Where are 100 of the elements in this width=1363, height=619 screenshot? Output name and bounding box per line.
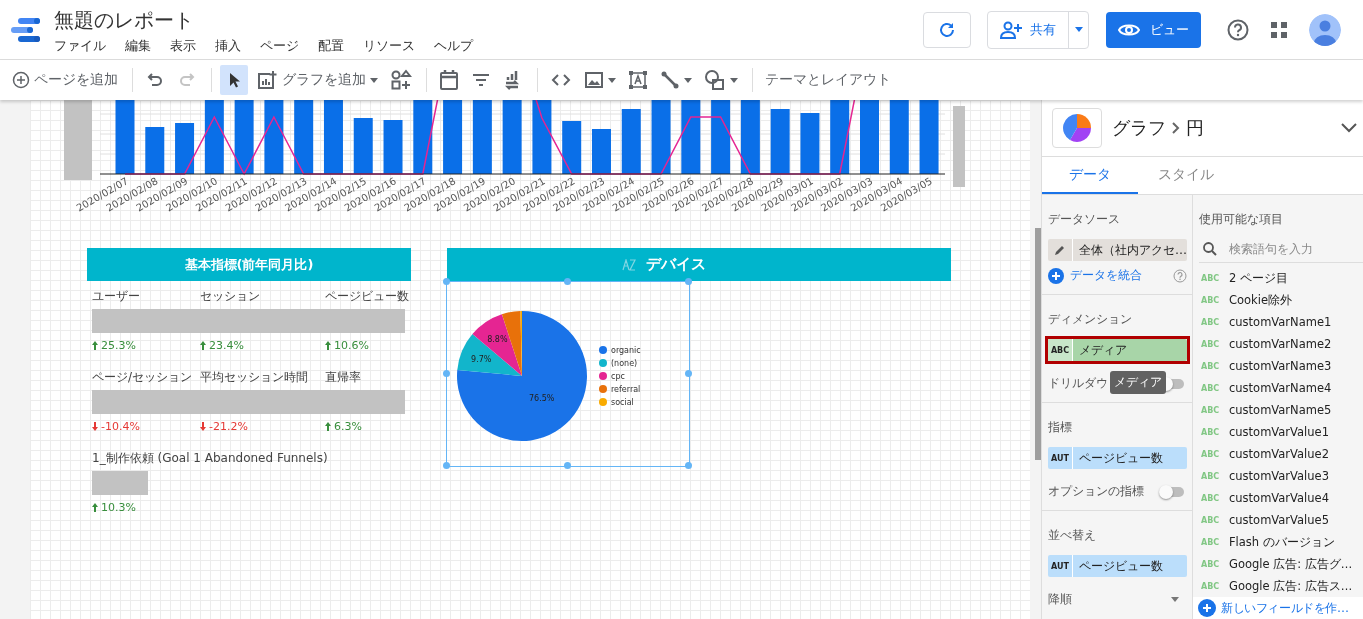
down-arrow-icon (92, 422, 98, 431)
field-item[interactable]: ABC Flash のバージョン (1193, 531, 1363, 553)
resize-handle[interactable] (563, 277, 571, 285)
calendar-icon (439, 69, 459, 91)
refresh-icon (938, 20, 956, 39)
resize-handle[interactable] (684, 369, 692, 377)
section-heading: 使用可能な項目 (1198, 211, 1284, 228)
caret-icon (1171, 597, 1179, 602)
scrollbar-thumb[interactable] (1035, 228, 1041, 460)
view-button[interactable]: ビュー (1106, 11, 1201, 48)
field-item[interactable]: ABC customVarValue2 (1193, 443, 1363, 465)
field-item[interactable]: ABC Google 広告: 広告ス… (1193, 575, 1363, 597)
field-item[interactable]: ABC Google 広告: 広告グ… (1193, 553, 1363, 575)
line-icon (660, 70, 680, 90)
chart-type-button[interactable] (1052, 108, 1102, 148)
metric-label: 1_制作依頼 (Goal 1 Abandoned Funnels) (92, 450, 329, 467)
metric-label: ページ/セッション (92, 369, 194, 386)
legend-label: referral (611, 385, 641, 394)
menu-item[interactable]: 編集 (125, 36, 151, 55)
sort-order-label: 降順 (1048, 591, 1072, 608)
resize-handle[interactable] (442, 277, 450, 285)
up-arrow-icon (92, 503, 98, 512)
data-source-chip[interactable]: 全体（社内アクセ… (1048, 239, 1187, 261)
toggle-switch[interactable] (1162, 486, 1184, 497)
metric-label: ページビュー数 (325, 288, 410, 305)
chart-bar (770, 109, 790, 174)
menu-item[interactable]: 挿入 (215, 36, 241, 55)
pie-chart[interactable]: 76.5% 9.7% 8.8% organic (none) cpc referral social (446, 281, 690, 467)
section-heading: ディメンション (1048, 311, 1133, 328)
caret-icon (684, 77, 692, 83)
caret-icon (1074, 27, 1083, 32)
field-item[interactable]: ABC customVarName4 (1193, 377, 1363, 399)
report-title[interactable]: 無題のレポート (54, 6, 492, 34)
resize-handle[interactable] (563, 461, 571, 469)
menu-item[interactable]: ファイル (54, 36, 106, 55)
resize-handle[interactable] (684, 461, 692, 469)
caret-icon (370, 77, 378, 83)
avatar-icon[interactable] (1309, 13, 1341, 46)
field-item[interactable]: ABC customVarName5 (1193, 399, 1363, 421)
chevron-right-icon (1172, 122, 1180, 134)
down-arrow-icon (200, 422, 206, 431)
field-item[interactable]: ABC customVarValue3 (1193, 465, 1363, 487)
menu-item[interactable]: 配置 (318, 36, 344, 55)
metric-label: 平均セッション時間 (200, 369, 309, 386)
metric-label: 直帰率 (325, 369, 362, 386)
menu-item[interactable]: ヘルプ (434, 36, 473, 55)
caret-icon (608, 77, 616, 83)
field-item[interactable]: ABC customVarName3 (1193, 355, 1363, 377)
apps-icon[interactable] (1271, 21, 1287, 38)
field-item[interactable]: ABC customVarValue5 (1193, 509, 1363, 531)
add-icon (1048, 267, 1064, 284)
field-item[interactable]: ABC customVarName2 (1193, 333, 1363, 355)
chevron-down-icon[interactable] (1341, 123, 1357, 133)
share-button[interactable]: 共有 (987, 10, 1089, 49)
search-field[interactable]: 検索語句を入力 (1229, 242, 1363, 256)
field-item[interactable]: ABC customVarValue4 (1193, 487, 1363, 509)
add-icon (1198, 599, 1216, 617)
chart-bar (800, 113, 820, 174)
pie-chart-icon (1062, 113, 1092, 143)
add-chart-button[interactable]: グラフを追加 (252, 65, 382, 95)
add-icon (12, 71, 30, 89)
field-item[interactable]: ABC customVarName1 (1193, 311, 1363, 333)
sort-chip[interactable]: AUT ページビュー数 (1048, 555, 1187, 577)
up-arrow-icon (325, 422, 331, 431)
redacted-block (92, 471, 148, 495)
menu-item[interactable]: ページ (260, 36, 299, 55)
metric-label: セッション (200, 288, 261, 305)
metric-label: ユーザー (92, 288, 141, 305)
refresh-button[interactable] (923, 11, 971, 48)
chart-bar (621, 109, 641, 174)
dimension-chip[interactable]: ABC メディア (1048, 339, 1187, 361)
metric-chip[interactable]: AUT ページビュー数 (1048, 447, 1187, 469)
add-chart-icon (256, 70, 278, 90)
menu-item[interactable]: リソース (363, 36, 415, 55)
data-label: 8.8% (487, 335, 508, 345)
change-value: 25.3% (101, 339, 136, 352)
resize-handle[interactable] (442, 461, 450, 469)
select-tool[interactable] (220, 65, 248, 95)
add-page-button[interactable]: ページを追加 (8, 65, 122, 95)
chart-type-label: グラフ (1112, 116, 1166, 140)
resize-handle[interactable] (442, 369, 450, 377)
sort-icon (622, 258, 636, 271)
pencil-icon (1054, 244, 1066, 256)
field-item[interactable]: ABC Cookie除外 (1193, 289, 1363, 311)
tab[interactable]: スタイル (1138, 157, 1234, 194)
field-item[interactable]: ABC 2 ページ目 (1193, 267, 1363, 289)
menu-item[interactable]: 表示 (170, 36, 196, 55)
legend-label: cpc (611, 372, 625, 381)
field-item[interactable]: ABC customVarValue1 (1193, 421, 1363, 443)
shape-icon (704, 69, 726, 91)
blend-data-link[interactable]: データを統合 (1070, 267, 1142, 284)
section-heading: 並べ替え (1048, 527, 1097, 544)
section-heading: データソース (1048, 211, 1121, 228)
theme-button[interactable]: テーマとレイアウト (761, 65, 895, 95)
help-icon[interactable] (1227, 18, 1249, 41)
change-value: -21.2% (209, 420, 248, 433)
resize-handle[interactable] (684, 277, 692, 285)
change-value: 10.3% (101, 501, 136, 514)
chart-bar (383, 120, 403, 174)
create-field-button[interactable]: 新しいフィールドを作… (1193, 597, 1363, 619)
